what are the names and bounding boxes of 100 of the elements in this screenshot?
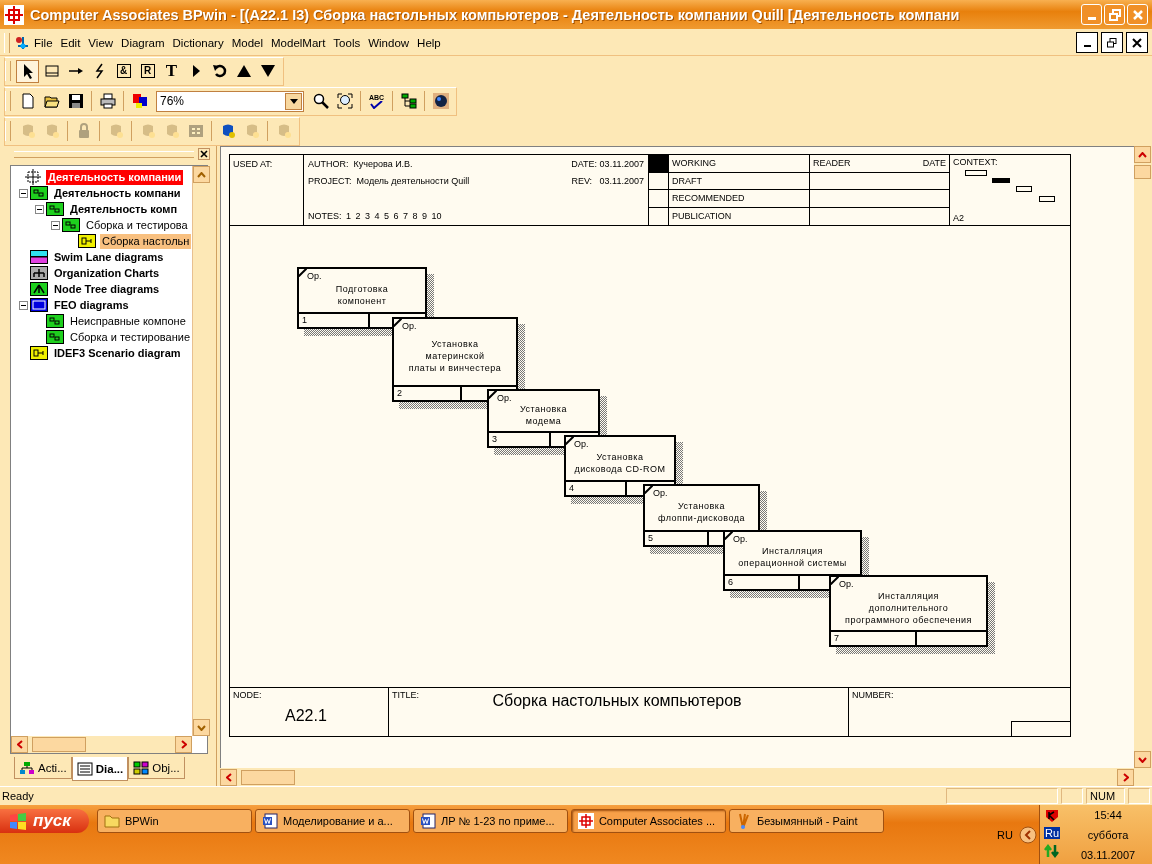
menu-item[interactable]: View [84,36,118,49]
scrollbar[interactable] [1134,146,1152,768]
cost-tag: Ор. [307,271,322,281]
scroll-left-button[interactable] [11,736,28,753]
status-label: PUBLICATION [672,211,732,222]
context-node-label: A2 [953,213,965,223]
activity-number: 2 [394,387,463,400]
scrollbar[interactable] [192,166,210,736]
corner-mark [830,576,839,585]
taskbar-button[interactable]: Безымянный - Paint [728,809,884,833]
cost-tag: Ор. [497,393,512,403]
notes-text: NOTES: 1 2 3 4 5 6 7 8 9 10 [308,211,442,222]
project-text: PROJECT: Модель деятельности Quill [308,176,470,187]
taskbar-button[interactable]: Моделирование и а... [254,809,410,833]
date-label: DATE [922,158,946,169]
toolbar-grip[interactable] [5,91,11,111]
toolbar-grip[interactable] [5,61,11,81]
collapse-icon[interactable] [19,300,28,310]
scroll-up-button[interactable] [1134,146,1151,163]
shield-icon[interactable] [1045,809,1060,823]
menu-item[interactable]: Diagram [117,36,169,49]
close-button[interactable] [198,148,210,160]
collapse-icon[interactable] [51,220,60,230]
activity-name: Установка дисковода CD-ROM [574,450,666,475]
zoom-dropdown[interactable]: 76% [156,90,304,112]
date-text: DATE: 03.11.2007 [571,158,644,169]
scroll-thumb[interactable] [1134,165,1151,179]
close-icon [200,150,208,158]
scrollbar[interactable] [220,768,1134,786]
taskbar-button[interactable]: BPWin [96,809,252,833]
status-pane [1061,788,1083,804]
chevron-up-icon [197,171,207,178]
menu-item[interactable]: Tools [329,36,365,49]
crosshair-icon [4,4,24,25]
taskbar-button[interactable]: ЛР № 1-23 по приме... [412,809,568,833]
tree-item[interactable]: IDEF3 Scenario diagram [52,345,183,361]
toolbar-grip[interactable] [5,121,11,141]
chevron-icon[interactable] [1019,825,1037,844]
status-label: DRAFT [672,175,702,186]
tree-item[interactable]: Деятельность компании [46,169,184,185]
start-button[interactable]: пуск [0,809,89,833]
org-chart-icon [30,266,48,280]
menu-item[interactable]: ModelMart [267,36,330,49]
pointer-icon[interactable] [16,59,39,83]
collapse-icon[interactable] [35,204,44,214]
scroll-right-button[interactable] [1117,768,1134,786]
keyboard-language-indicator[interactable]: Ru [1044,827,1061,839]
corner-mark [644,485,653,494]
tree-item[interactable]: Сборка настольн [100,233,192,249]
scrollbar[interactable] [11,736,193,753]
scroll-right-button[interactable] [175,736,193,753]
chevron-down-icon [197,724,207,731]
chevron-left-icon [16,740,23,749]
tool-button[interactable]: T [160,59,183,83]
diagram-icon [46,314,64,328]
scroll-thumb[interactable] [32,737,86,752]
scroll-down-button[interactable] [193,719,211,736]
document-icon[interactable] [14,34,30,51]
tool-button[interactable]: R [136,59,159,83]
menu-item[interactable]: Edit [56,36,85,49]
tree-item[interactable]: Swim Lane diagrams [52,249,166,265]
collapse-icon[interactable] [19,188,28,198]
caret-icon [289,98,298,104]
tree-item[interactable]: Сборка и тестирование [68,329,193,345]
menu-item[interactable]: File [30,36,57,49]
panel-grip[interactable] [14,150,194,158]
tree-item[interactable]: FEO diagrams [52,297,131,313]
scroll-up-button[interactable] [193,166,211,183]
status-message: Ready [2,790,34,802]
dropdown-button[interactable] [285,92,302,110]
menu-item[interactable]: Dictionary [168,36,228,49]
panel-tab[interactable]: Obj... [128,757,185,779]
tree-item[interactable]: Деятельность компани [52,185,183,201]
scroll-thumb[interactable] [241,769,295,785]
crosshair-icon [24,169,42,185]
close-button[interactable] [1126,32,1148,53]
taskbar-button[interactable]: Computer Associates ... [570,809,726,833]
tree-item[interactable]: Organization Charts [52,265,162,281]
folder-icon [103,814,120,828]
scroll-down-button[interactable] [1134,751,1151,768]
language-indicator[interactable]: RU [997,828,1013,841]
menu-item[interactable]: Help [413,36,445,49]
menu-item[interactable]: Window [364,36,414,49]
minimize-button[interactable] [1076,32,1098,53]
checkmark-icon [369,100,384,109]
panel-tab[interactable]: Acti... [14,757,72,779]
node-tree-icon [30,282,48,296]
list-icon [76,761,93,776]
tree-item[interactable]: Деятельность комп [68,201,180,217]
menu-item[interactable]: Model [227,36,267,49]
tree-item[interactable]: Node Tree diagrams [52,281,162,297]
panel-tab[interactable]: Dia... [71,757,129,781]
num-lock-indicator: NUM [1086,788,1125,804]
tool-button[interactable]: & [112,59,135,83]
tree-item[interactable]: Неисправные компоне [68,313,188,329]
network-icon[interactable] [1044,843,1061,859]
scroll-left-button[interactable] [220,768,237,786]
tree-item[interactable]: Сборка и тестирова [84,217,190,233]
restore-button[interactable] [1101,32,1123,53]
activity-box[interactable]: Ор. Инсталляция дополнительного программного обеспечения 7 [829,575,988,647]
